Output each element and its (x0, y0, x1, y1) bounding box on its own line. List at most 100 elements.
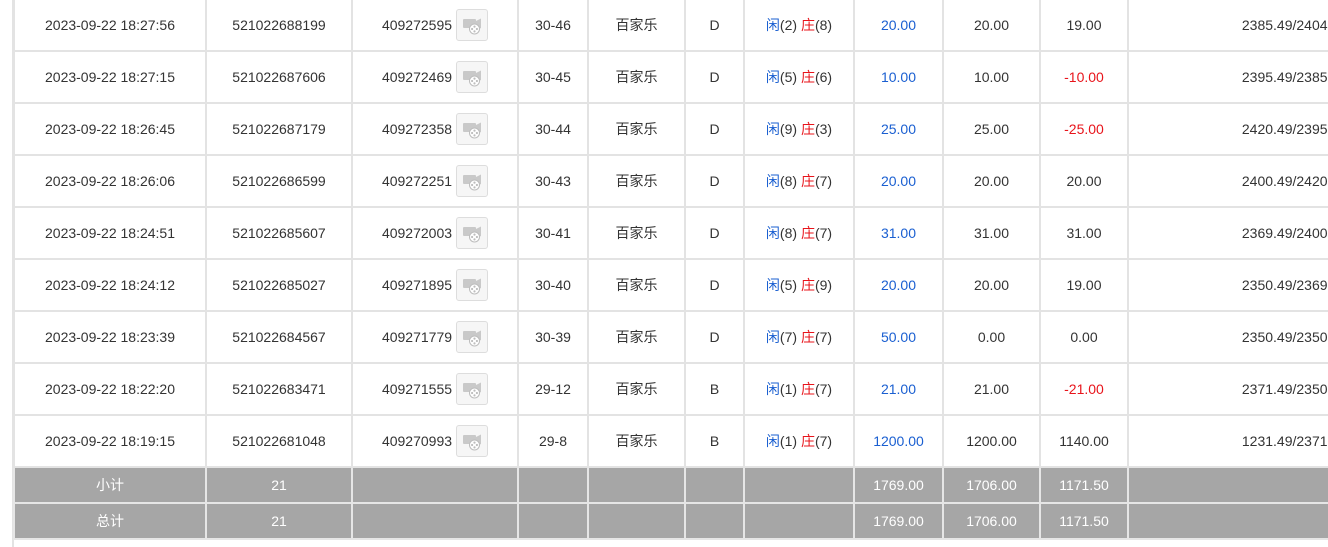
total-row: 总计 21 1769.00 1706.00 1171.50 (13, 502, 1328, 540)
win-loss: -21.00 (1039, 362, 1129, 416)
table-row: 2023-09-22 18:24:51 521022685607 409272003… (13, 206, 1328, 260)
valid-bet: 20.00 (942, 258, 1041, 312)
balance-before-after: 2350.49/2350.49 (1127, 310, 1328, 364)
game-number-cell: 409272358 (351, 102, 519, 156)
total-empty (743, 502, 855, 540)
game-number: 409271779 (381, 329, 453, 345)
valid-bet: 31.00 (942, 206, 1041, 260)
game-type: 百家乐 (587, 414, 686, 468)
player-value: (7) (779, 329, 798, 345)
game-number-cell: 409272469 (351, 50, 519, 104)
bet-type: D (684, 310, 745, 364)
win-loss: 31.00 (1039, 206, 1129, 260)
win-loss: -10.00 (1039, 50, 1129, 104)
order-number: 521022683471 (205, 362, 353, 416)
game-number-cell: 409271895 (351, 258, 519, 312)
video-replay-icon[interactable] (456, 425, 489, 457)
video-replay-icon-glyph (463, 278, 482, 295)
table-row: 2023-09-22 18:22:20 521022683471 409271555… (13, 362, 1328, 416)
subtotal-valid-bet: 1706.00 (942, 466, 1041, 504)
total-empty (351, 502, 519, 540)
video-replay-icon-glyph (463, 382, 482, 399)
game-number: 409272595 (381, 17, 453, 33)
banker-value: (3) (814, 121, 833, 137)
game-number: 409272358 (381, 121, 453, 137)
game-type: 百家乐 (587, 362, 686, 416)
bet-type: B (684, 414, 745, 468)
game-result: 闲(2) 庄(8) (743, 0, 855, 52)
player-label: 闲 (765, 277, 780, 293)
banker-value: (9) (814, 277, 833, 293)
game-result: 闲(9) 庄(3) (743, 102, 855, 156)
total-empty (587, 502, 686, 540)
table-row: 2023-09-22 18:19:15 521022681048 409270993… (13, 414, 1328, 468)
video-replay-icon-glyph (463, 434, 482, 451)
valid-bet: 1200.00 (942, 414, 1041, 468)
order-number: 521022681048 (205, 414, 353, 468)
balance-before-after: 2400.49/2420.49 (1127, 154, 1328, 208)
subtotal-count: 21 (205, 466, 353, 504)
total-empty (684, 502, 745, 540)
win-loss: 0.00 (1039, 310, 1129, 364)
video-replay-icon-glyph (463, 226, 482, 243)
banker-label: 庄 (800, 225, 815, 241)
valid-bet: 21.00 (942, 362, 1041, 416)
bet-time: 2023-09-22 18:27:56 (13, 0, 207, 52)
video-replay-icon-glyph (463, 122, 482, 139)
order-number: 521022685027 (205, 258, 353, 312)
game-number-cell: 409272595 (351, 0, 519, 52)
bet-type: D (684, 154, 745, 208)
valid-bet: 10.00 (942, 50, 1041, 104)
video-replay-icon[interactable] (456, 165, 489, 197)
video-replay-icon[interactable] (456, 373, 489, 405)
video-replay-icon-glyph (463, 330, 482, 347)
bet-amount: 31.00 (853, 206, 944, 260)
game-number: 409272469 (381, 69, 453, 85)
win-loss: 19.00 (1039, 0, 1129, 52)
subtotal-bet: 1769.00 (853, 466, 944, 504)
player-label: 闲 (765, 433, 780, 449)
subtotal-empty (743, 466, 855, 504)
bet-records-table: 2023-09-22 18:27:56 521022688199 409272595… (13, 0, 1328, 540)
video-replay-icon[interactable] (456, 113, 489, 145)
table-row: 2023-09-22 18:24:12 521022685027 409271895… (13, 258, 1328, 312)
player-value: (1) (779, 433, 798, 449)
game-number: 409271895 (381, 277, 453, 293)
table-round: 30-41 (517, 206, 589, 260)
video-replay-icon[interactable] (456, 61, 489, 93)
valid-bet: 20.00 (942, 0, 1041, 52)
bet-type: D (684, 102, 745, 156)
order-number: 521022687179 (205, 102, 353, 156)
table-round: 30-39 (517, 310, 589, 364)
video-replay-icon[interactable] (456, 217, 489, 249)
table-round: 30-44 (517, 102, 589, 156)
total-valid-bet: 1706.00 (942, 502, 1041, 540)
bet-amount: 10.00 (853, 50, 944, 104)
game-number-cell: 409271779 (351, 310, 519, 364)
bet-time: 2023-09-22 18:19:15 (13, 414, 207, 468)
bet-records-panel: 2023-09-22 18:27:56 521022688199 409272595… (0, 0, 1328, 547)
table-row: 2023-09-22 18:26:06 521022686599 409272251… (13, 154, 1328, 208)
subtotal-empty (684, 466, 745, 504)
video-replay-icon[interactable] (456, 321, 489, 353)
win-loss: 1140.00 (1039, 414, 1129, 468)
bet-type: D (684, 0, 745, 52)
player-value: (8) (779, 225, 798, 241)
game-number-cell: 409272003 (351, 206, 519, 260)
bet-type: D (684, 50, 745, 104)
player-value: (5) (779, 69, 798, 85)
banker-label: 庄 (800, 173, 815, 189)
game-number: 409272003 (381, 225, 453, 241)
video-replay-icon[interactable] (456, 269, 489, 301)
total-label: 总计 (13, 502, 207, 540)
player-value: (9) (779, 121, 798, 137)
subtotal-empty (517, 466, 589, 504)
video-replay-icon[interactable] (456, 9, 489, 41)
bet-time: 2023-09-22 18:22:20 (13, 362, 207, 416)
table-round: 30-43 (517, 154, 589, 208)
game-result: 闲(5) 庄(6) (743, 50, 855, 104)
banker-value: (7) (814, 381, 833, 397)
balance-before-after: 2420.49/2395.49 (1127, 102, 1328, 156)
valid-bet: 25.00 (942, 102, 1041, 156)
player-value: (2) (779, 17, 798, 33)
